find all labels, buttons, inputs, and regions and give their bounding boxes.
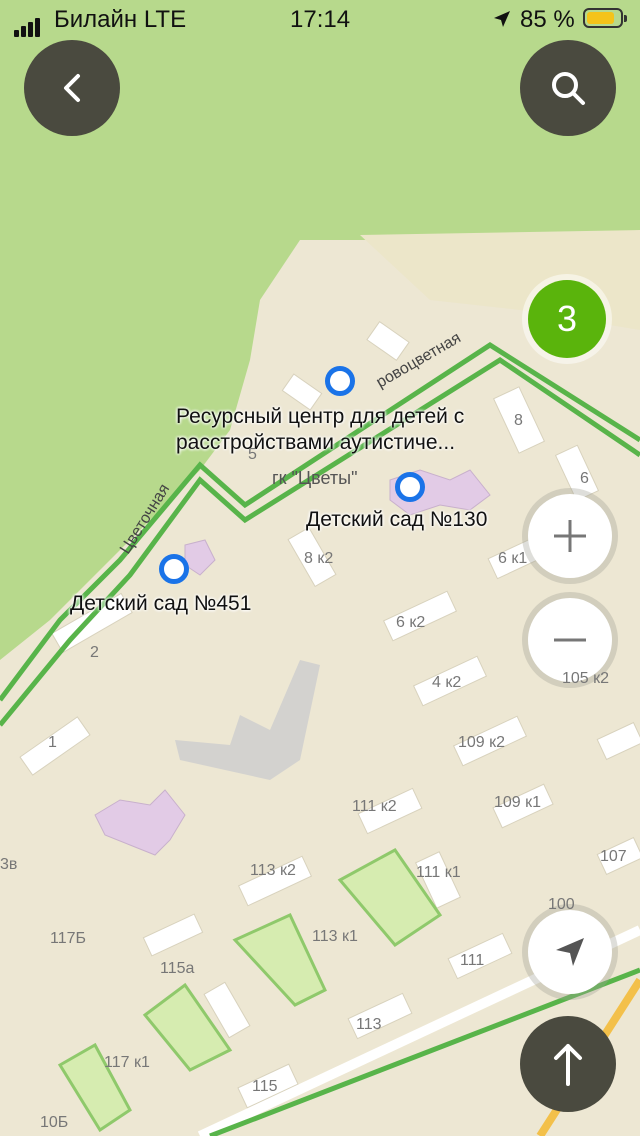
house-number: 6 к2 [396, 614, 426, 631]
status-time: 17:14 [290, 6, 351, 33]
house-number: 6 к1 [498, 550, 528, 567]
location-arrow-icon [492, 8, 512, 36]
house-number: 109 к2 [458, 734, 506, 751]
cluster-count-badge[interactable]: 3 [528, 280, 606, 358]
house-number: 8 к2 [304, 550, 334, 567]
house-number: 109 к1 [494, 794, 542, 811]
signal-icon [14, 9, 42, 37]
navigation-arrow-icon [556, 938, 584, 966]
back-button[interactable] [24, 40, 120, 136]
house-number: 113 к1 [312, 928, 358, 945]
locate-button[interactable] [528, 910, 612, 994]
house-number: 107 [600, 848, 627, 865]
arrow-up-icon [554, 1044, 582, 1086]
house-number: 105 к2 [562, 670, 610, 687]
house-number: 115 [252, 1078, 278, 1095]
poi-label-resource-center[interactable]: Ресурсный центр для детей с расстройства… [176, 404, 464, 456]
house-number: 5 [248, 446, 257, 463]
house-number: 111 к1 [416, 864, 461, 881]
house-number: 100 [548, 896, 575, 913]
plus-icon [554, 520, 586, 552]
status-bar: Билайн LTE 17:14 85 % [0, 0, 640, 40]
poi-pin-kindergarten-451[interactable] [159, 554, 189, 584]
zoom-in-button[interactable] [528, 494, 612, 578]
house-number: 2 [90, 644, 99, 661]
route-button[interactable] [520, 1016, 616, 1112]
house-number: 117Б [50, 930, 87, 947]
chevron-left-icon [64, 74, 80, 102]
poi-pin-kindergarten-130[interactable] [395, 472, 425, 502]
search-icon [552, 72, 585, 105]
house-number: 117 к1 [104, 1054, 150, 1071]
poi-label-gk-tsvety: гк "Цветы" [272, 468, 358, 488]
poi-label-kindergarten-451[interactable]: Детский сад №451 [70, 592, 251, 616]
house-number: 1 [48, 734, 57, 751]
house-number: 113 [356, 1016, 382, 1033]
poi-label-kindergarten-130[interactable]: Детский сад №130 [306, 508, 487, 532]
house-number: 115а [160, 960, 195, 977]
house-number: 111 к2 [352, 798, 397, 815]
house-number: 111 [460, 952, 485, 969]
house-number: 4 к2 [432, 674, 462, 691]
battery-icon [583, 8, 627, 28]
house-number: 8 [514, 412, 523, 429]
minus-icon [554, 638, 586, 642]
search-button[interactable] [520, 40, 616, 136]
house-number: 10Б [40, 1114, 69, 1131]
carrier-name: Билайн LTE [54, 6, 187, 33]
poi-pin-resource-center[interactable] [325, 366, 355, 396]
house-number: 3в [0, 856, 18, 873]
battery-percent: 85 % [520, 6, 575, 33]
house-number: 6 [580, 470, 589, 487]
house-number: 113 к2 [250, 862, 296, 879]
